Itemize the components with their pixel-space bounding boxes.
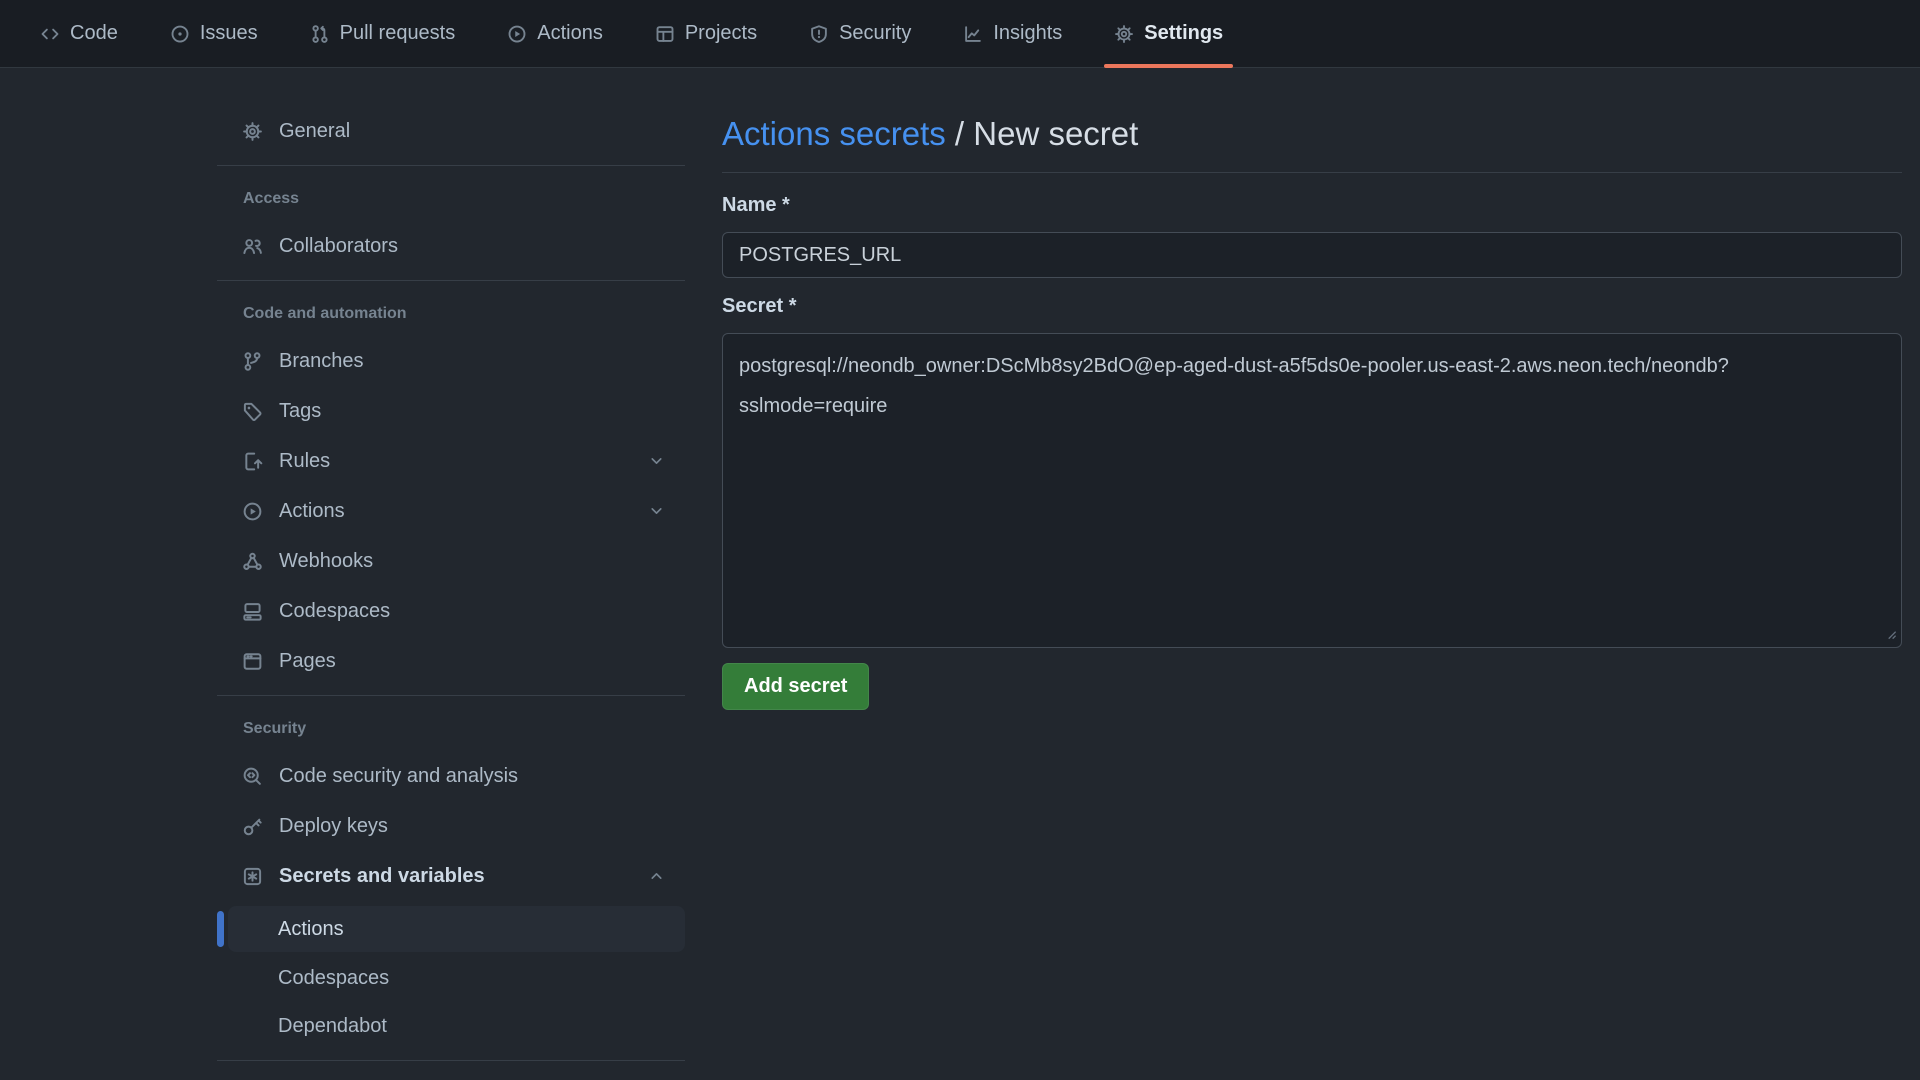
name-label: Name * <box>722 193 1902 217</box>
git-branch-icon <box>242 351 263 372</box>
sidebar-item-label: Codespaces <box>278 967 389 990</box>
sidebar-section-code-and-automation: Code and automation <box>217 305 685 323</box>
chevron-up-icon <box>648 868 665 885</box>
new-secret-form: Actions secrets / New secret Name * Secr… <box>722 67 1902 1075</box>
sidebar-section-access: Access <box>217 190 685 208</box>
settings-sidebar: General Access Collaborators Code and au… <box>217 67 685 1075</box>
sidebar-item-label: Codespaces <box>279 600 390 623</box>
sidebar-item-general[interactable]: General <box>217 111 685 151</box>
secret-value-wrap <box>722 333 1902 648</box>
sidebar-subitem-dependabot[interactable]: Dependabot <box>217 1006 685 1046</box>
sidebar-item-branches[interactable]: Branches <box>217 341 685 381</box>
secret-value-textarea[interactable] <box>722 333 1902 648</box>
sidebar-item-code-security[interactable]: Code security and analysis <box>217 756 685 796</box>
sidebar-item-codespaces[interactable]: Codespaces <box>217 591 685 631</box>
sidebar-item-label: Code security and analysis <box>279 765 518 788</box>
sidebar-subitem-row-actions: Actions <box>217 906 685 952</box>
tab-label: Code <box>70 22 118 45</box>
play-icon <box>507 24 527 44</box>
sidebar-subitem-codespaces[interactable]: Codespaces <box>217 958 685 998</box>
tab-insights[interactable]: Insights <box>953 0 1072 67</box>
sidebar-item-label: Actions <box>278 918 344 941</box>
sidebar-item-label: Dependabot <box>278 1015 387 1038</box>
resize-grip-icon[interactable] <box>1883 626 1897 640</box>
tab-label: Settings <box>1144 22 1223 45</box>
settings-layout: General Access Collaborators Code and au… <box>217 67 1902 1075</box>
shield-icon <box>809 24 829 44</box>
sidebar-item-label: Rules <box>279 450 330 473</box>
table-icon <box>655 24 675 44</box>
tab-code[interactable]: Code <box>30 0 128 67</box>
tab-actions[interactable]: Actions <box>497 0 613 67</box>
sidebar-item-label: Webhooks <box>279 550 373 573</box>
code-scan-icon <box>242 766 263 787</box>
tab-label: Projects <box>685 22 757 45</box>
chevron-down-icon <box>648 453 665 470</box>
webhook-icon <box>242 551 263 572</box>
sidebar-item-collaborators[interactable]: Collaborators <box>217 226 685 266</box>
sidebar-item-deploy-keys[interactable]: Deploy keys <box>217 806 685 846</box>
play-icon <box>242 501 263 522</box>
sidebar-item-label: Actions <box>279 500 345 523</box>
tab-pull-requests[interactable]: Pull requests <box>300 0 466 67</box>
key-icon <box>242 816 263 837</box>
sidebar-section-security: Security <box>217 720 685 738</box>
actions-secrets-link[interactable]: Actions secrets <box>722 115 946 152</box>
sidebar-item-label: Pages <box>279 650 336 673</box>
sidebar-item-label: Collaborators <box>279 235 398 258</box>
sidebar-item-rules[interactable]: Rules <box>217 441 685 481</box>
tab-label: Insights <box>993 22 1062 45</box>
browser-icon <box>242 651 263 672</box>
secret-label: Secret * <box>722 294 1902 318</box>
sidebar-item-label: Branches <box>279 350 364 373</box>
sidebar-item-tags[interactable]: Tags <box>217 391 685 431</box>
tab-security[interactable]: Security <box>799 0 921 67</box>
sidebar-item-label: General <box>279 120 350 143</box>
secrets-asterisk-icon <box>242 866 263 887</box>
breadcrumb-separator: / <box>946 115 974 152</box>
tab-label: Security <box>839 22 911 45</box>
sidebar-item-label: Tags <box>279 400 321 423</box>
page-title: Actions secrets / New secret <box>722 112 1902 173</box>
people-icon <box>242 236 263 257</box>
gear-icon <box>1114 24 1134 44</box>
gear-icon <box>242 121 263 142</box>
tab-label: Issues <box>200 22 258 45</box>
sidebar-item-webhooks[interactable]: Webhooks <box>217 541 685 581</box>
tab-label: Pull requests <box>340 22 456 45</box>
tab-label: Actions <box>537 22 603 45</box>
sidebar-item-secrets-and-variables[interactable]: Secrets and variables <box>217 856 685 896</box>
tab-settings[interactable]: Settings <box>1104 0 1233 67</box>
tab-issues[interactable]: Issues <box>160 0 268 67</box>
sidebar-item-actions[interactable]: Actions <box>217 491 685 531</box>
sidebar-subitem-actions[interactable]: Actions <box>228 906 685 952</box>
sidebar-divider <box>217 280 685 281</box>
graph-icon <box>963 24 983 44</box>
add-secret-button[interactable]: Add secret <box>722 663 869 710</box>
sidebar-divider <box>217 1060 685 1061</box>
tag-icon <box>242 401 263 422</box>
sidebar-divider <box>217 695 685 696</box>
tab-projects[interactable]: Projects <box>645 0 767 67</box>
code-icon <box>40 24 60 44</box>
selected-accent-bar <box>217 911 224 947</box>
breadcrumb-current: New secret <box>973 115 1138 152</box>
rules-icon <box>242 451 263 472</box>
sidebar-item-label: Deploy keys <box>279 815 388 838</box>
sidebar-item-label: Secrets and variables <box>279 865 485 888</box>
sidebar-divider <box>217 165 685 166</box>
secret-name-input[interactable] <box>722 232 1902 278</box>
codespaces-icon <box>242 601 263 622</box>
chevron-down-icon <box>648 503 665 520</box>
repo-nav: Code Issues Pull requests Actions Projec… <box>0 0 1920 68</box>
issue-opened-icon <box>170 24 190 44</box>
git-pull-request-icon <box>310 24 330 44</box>
sidebar-item-pages[interactable]: Pages <box>217 641 685 681</box>
